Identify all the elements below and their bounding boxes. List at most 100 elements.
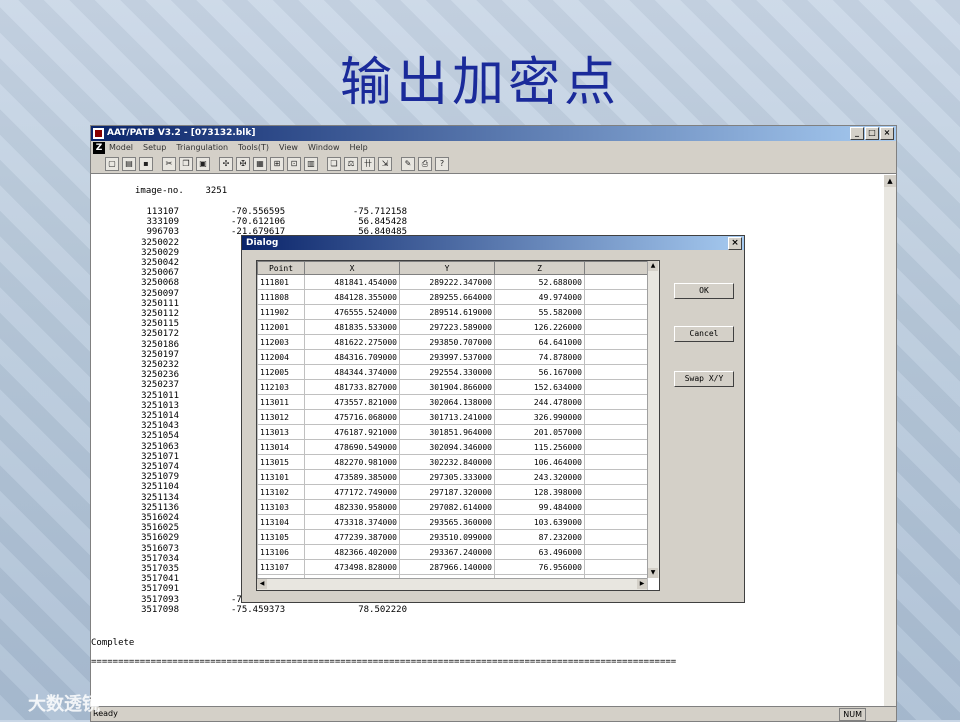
cell-x[interactable]: 475716.068000 <box>304 409 400 425</box>
cell-point[interactable]: 113106 <box>257 544 305 560</box>
cell-y[interactable]: 297187.320000 <box>399 484 495 500</box>
table-row[interactable]: 113106 482366.402000 293367.240000 63.49600… <box>257 544 648 560</box>
cell-point[interactable]: 113101 <box>257 469 305 485</box>
cell-y[interactable]: 297223.589000 <box>399 319 495 335</box>
cell-x[interactable]: 482330.958000 <box>304 499 400 515</box>
cell-point[interactable]: 112005 <box>257 364 305 380</box>
cell-point[interactable]: 111801 <box>257 274 305 290</box>
paste-icon[interactable]: ▣ <box>196 157 210 171</box>
help-icon[interactable]: ? <box>435 157 449 171</box>
cell-y[interactable]: 297305.333000 <box>399 469 495 485</box>
cell-x[interactable]: 473318.374000 <box>304 514 400 530</box>
cell-x[interactable]: 473498.828000 <box>304 559 400 575</box>
new-file-icon[interactable]: ▢ <box>105 157 119 171</box>
adjust-icon[interactable]: ⊡ <box>287 157 301 171</box>
table-row[interactable]: 113101 473589.385000 297305.333000 243.3200… <box>257 469 648 485</box>
cell-point[interactable]: 113104 <box>257 514 305 530</box>
log-scrollbar[interactable]: ▲ <box>884 175 896 720</box>
cell-y[interactable]: 287966.140000 <box>399 559 495 575</box>
cell-y[interactable]: 289514.619000 <box>399 304 495 320</box>
dialog-close-icon[interactable]: × <box>728 237 742 250</box>
menu-setup[interactable]: Setup <box>143 141 166 155</box>
table-row[interactable]: 113014 478690.549000 302094.346000 115.2560… <box>257 439 648 455</box>
block-icon[interactable]: ▥ <box>304 157 318 171</box>
grid-scroll-up-icon[interactable]: ▲ <box>648 261 658 271</box>
measure-icon[interactable]: ✣ <box>219 157 233 171</box>
print-icon[interactable]: ⎙ <box>418 157 432 171</box>
scroll-up-icon[interactable]: ▲ <box>884 175 896 187</box>
column-header-z[interactable]: Z <box>494 261 585 275</box>
cell-z[interactable]: 52.688000 <box>494 274 585 290</box>
cell-z[interactable]: 103.639000 <box>494 514 585 530</box>
cell-z[interactable]: 243.320000 <box>494 469 585 485</box>
column-header-point[interactable]: Point <box>257 261 305 275</box>
table-row[interactable]: 113107 473498.828000 287966.140000 76.95600… <box>257 559 648 575</box>
cell-x[interactable]: 473589.385000 <box>304 469 400 485</box>
table-row[interactable]: 113102 477172.749000 297187.320000 128.3980… <box>257 484 648 500</box>
cell-y[interactable]: 293565.360000 <box>399 514 495 530</box>
cell-z[interactable]: 56.167000 <box>494 364 585 380</box>
cell-y[interactable]: 301713.241000 <box>399 409 495 425</box>
grid-scroll-right-icon[interactable]: ▶ <box>637 579 647 589</box>
cell-z[interactable]: 326.990000 <box>494 409 585 425</box>
cell-point[interactable]: 113013 <box>257 424 305 440</box>
cell-y[interactable]: 302064.138000 <box>399 394 495 410</box>
grid-scroll-left-icon[interactable]: ◀ <box>257 579 267 589</box>
cell-x[interactable]: 481841.454000 <box>304 274 400 290</box>
table-row[interactable]: 113015 482270.981000 302232.840000 106.4640… <box>257 454 648 470</box>
table-row[interactable]: 113104 473318.374000 293565.360000 103.6390… <box>257 514 648 530</box>
save-icon[interactable]: ▪ <box>139 157 153 171</box>
cell-point[interactable]: 112004 <box>257 349 305 365</box>
cell-y[interactable]: 292554.330000 <box>399 364 495 380</box>
menu-view[interactable]: View <box>279 141 298 155</box>
menu-window[interactable]: Window <box>308 141 340 155</box>
export-icon[interactable]: ⇲ <box>378 157 392 171</box>
cell-z[interactable]: 244.478000 <box>494 394 585 410</box>
cell-x[interactable]: 484128.355000 <box>304 289 400 305</box>
cell-z[interactable]: 76.956000 <box>494 559 585 575</box>
cell-x[interactable]: 477239.387000 <box>304 529 400 545</box>
cell-y[interactable]: 293997.537000 <box>399 349 495 365</box>
cell-y[interactable]: 293850.707000 <box>399 334 495 350</box>
layers-icon[interactable]: ❏ <box>327 157 341 171</box>
cell-point[interactable]: 112001 <box>257 319 305 335</box>
cell-z[interactable]: 99.484000 <box>494 499 585 515</box>
table-row[interactable]: 112103 481733.827000 301904.866000 152.6340… <box>257 379 648 395</box>
cell-x[interactable]: 478690.549000 <box>304 439 400 455</box>
grid-scroll-down-icon[interactable]: ▼ <box>648 568 658 578</box>
cell-point[interactable]: 113014 <box>257 439 305 455</box>
table-row[interactable]: 112003 481622.275000 293850.707000 64.64100… <box>257 334 648 350</box>
table-row[interactable]: 112001 481835.533000 297223.589000 126.2260… <box>257 319 648 335</box>
cell-x[interactable]: 481622.275000 <box>304 334 400 350</box>
grid-horizontal-scrollbar[interactable]: ◀ ▶ <box>257 578 647 590</box>
cell-y[interactable]: 293367.240000 <box>399 544 495 560</box>
cell-y[interactable]: 302094.346000 <box>399 439 495 455</box>
cell-point[interactable]: 111808 <box>257 289 305 305</box>
close-icon[interactable]: × <box>880 127 894 140</box>
grid-vertical-scrollbar[interactable]: ▲ ▼ <box>647 261 659 578</box>
cell-z[interactable]: 49.974000 <box>494 289 585 305</box>
cell-point[interactable]: 113103 <box>257 499 305 515</box>
cell-point[interactable]: 113105 <box>257 529 305 545</box>
cell-z[interactable]: 55.582000 <box>494 304 585 320</box>
cell-point[interactable]: 113012 <box>257 409 305 425</box>
cell-z[interactable]: 115.256000 <box>494 439 585 455</box>
image-icon[interactable]: ▦ <box>253 157 267 171</box>
column-header-x[interactable]: X <box>304 261 400 275</box>
grid-icon[interactable]: 卄 <box>361 157 375 171</box>
cell-x[interactable]: 473557.821000 <box>304 394 400 410</box>
cell-x[interactable]: 482270.981000 <box>304 454 400 470</box>
cell-y[interactable]: 302232.840000 <box>399 454 495 470</box>
menu-help[interactable]: Help <box>350 141 368 155</box>
cell-point[interactable]: 112003 <box>257 334 305 350</box>
points-icon[interactable]: ✠ <box>236 157 250 171</box>
cell-x[interactable]: 482366.402000 <box>304 544 400 560</box>
cell-z[interactable]: 63.496000 <box>494 544 585 560</box>
cell-y[interactable]: 301851.964000 <box>399 424 495 440</box>
menu-triangulation[interactable]: Triangulation <box>176 141 228 155</box>
table-row[interactable]: 112005 484344.374000 292554.330000 56.16700… <box>257 364 648 380</box>
cell-z[interactable]: 64.641000 <box>494 334 585 350</box>
copy-icon[interactable]: ❐ <box>179 157 193 171</box>
minimize-icon[interactable]: _ <box>850 127 864 140</box>
maximize-icon[interactable]: □ <box>865 127 879 140</box>
